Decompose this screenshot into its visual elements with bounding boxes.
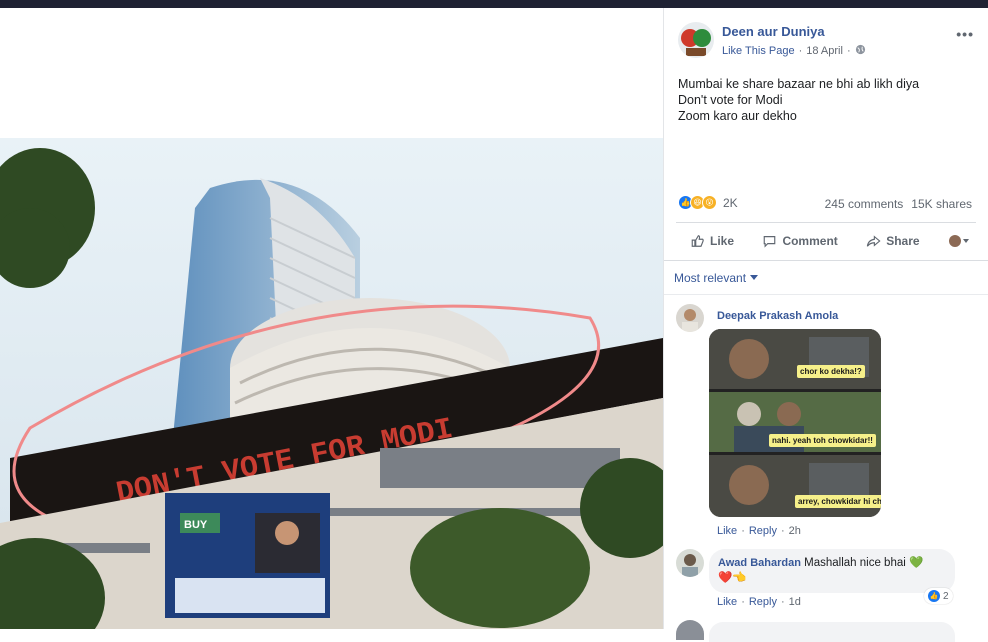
meta-separator: · — [741, 525, 745, 537]
comment-time[interactable]: 2h — [789, 525, 801, 537]
comment-label: Comment — [782, 234, 838, 248]
comment-like-count[interactable]: 👍 2 — [924, 588, 953, 604]
divider — [676, 222, 976, 223]
like-page-link[interactable]: Like This Page — [722, 45, 795, 57]
commenter-name[interactable]: Awad Bahardan — [718, 557, 801, 569]
meme-caption: chor ko dekha!? — [797, 365, 865, 378]
screen-text: BUY — [184, 519, 208, 531]
post-photo[interactable]: DON'T VOTE FOR MODI BUY — [0, 138, 663, 629]
post-text: Mumbai ke share bazaar ne bhi ab likh di… — [678, 76, 919, 124]
comment-reply-link[interactable]: Reply — [749, 525, 777, 537]
post-side-panel: Deen aur Duniya Like This Page · 18 Apri… — [664, 8, 988, 642]
reaction-count: 2K — [723, 195, 738, 210]
comment-like-link[interactable]: Like — [717, 525, 737, 537]
globe-icon — [855, 44, 866, 58]
share-label: Share — [886, 234, 920, 248]
meta-separator: · — [780, 525, 785, 537]
top-bar — [0, 0, 988, 8]
share-button[interactable]: Share — [866, 234, 920, 248]
post-meta: Like This Page · 18 April · — [722, 44, 866, 58]
post-actions: Like Comment Share — [676, 228, 976, 254]
meta-separator: · — [741, 596, 745, 608]
comment-sort-dropdown[interactable]: Most relevant — [674, 271, 759, 285]
comments-count[interactable]: 245 comments — [825, 197, 904, 211]
post-counts: 245 comments 15K shares — [825, 197, 972, 211]
post-text-line: Zoom karo aur dekho — [678, 109, 797, 123]
reaction-selector[interactable] — [948, 234, 970, 248]
comment-actions: Like · Reply · 1d — [717, 596, 801, 608]
post-photo-pane: DON'T VOTE FOR MODI BUY — [0, 8, 663, 629]
commenter-name[interactable]: Deepak Prakash Amola — [717, 310, 838, 322]
post-date[interactable]: 18 April — [806, 45, 843, 57]
comment-bubble: Awad Bahardan Mashallah nice bhai 💚 ❤️👈 — [709, 549, 955, 593]
meme-caption: nahi. yeah toh chowkidar!! — [769, 434, 876, 447]
wow-icon: 😮 — [702, 195, 717, 210]
comment-meme-image[interactable]: chor ko dekha!? nahi. yeah toh chowkidar… — [709, 329, 881, 517]
like-icon: 👍 — [928, 590, 940, 602]
more-options-icon[interactable]: ••• — [956, 26, 974, 42]
meta-separator: · — [798, 45, 803, 57]
like-count: 2 — [943, 590, 949, 602]
shares-count[interactable]: 15K shares — [911, 197, 972, 211]
comment-button[interactable]: Comment — [762, 234, 838, 248]
sort-label: Most relevant — [674, 271, 747, 285]
avatar[interactable] — [676, 304, 704, 332]
comment-reply-link[interactable]: Reply — [749, 596, 777, 608]
divider — [664, 294, 988, 295]
meme-caption: arrey, chowkidar hi chor hai!! — [795, 495, 881, 508]
like-label: Like — [710, 234, 735, 248]
meta-separator: · — [846, 45, 851, 57]
page-name[interactable]: Deen aur Duniya — [722, 24, 825, 39]
comment-emoji: 💚 — [909, 557, 924, 569]
post-text-line: Don't vote for Modi — [678, 93, 783, 107]
like-button[interactable]: Like — [690, 234, 734, 248]
chevron-down-icon — [750, 275, 759, 280]
avatar[interactable] — [676, 620, 704, 640]
avatar[interactable] — [676, 549, 704, 577]
comment-actions: Like · Reply · 2h — [717, 525, 801, 537]
comment-bubble — [709, 622, 955, 642]
page-avatar[interactable] — [678, 22, 714, 58]
comment-like-link[interactable]: Like — [717, 596, 737, 608]
comment-text: Mashallah nice bhai — [804, 557, 906, 569]
reactions-summary[interactable]: 👍 😆 😮 2K — [678, 195, 738, 210]
meta-separator: · — [780, 596, 785, 608]
share-icon — [867, 235, 881, 247]
comment-icon — [764, 236, 776, 248]
post-text-line: Mumbai ke share bazaar ne bhi ab likh di… — [678, 77, 920, 91]
comment-time[interactable]: 1d — [789, 596, 801, 608]
thumbs-up-icon — [691, 235, 704, 247]
avatar-dropdown-icon — [948, 235, 969, 247]
divider — [664, 260, 988, 261]
comment-emoji: ❤️👈 — [718, 572, 747, 584]
